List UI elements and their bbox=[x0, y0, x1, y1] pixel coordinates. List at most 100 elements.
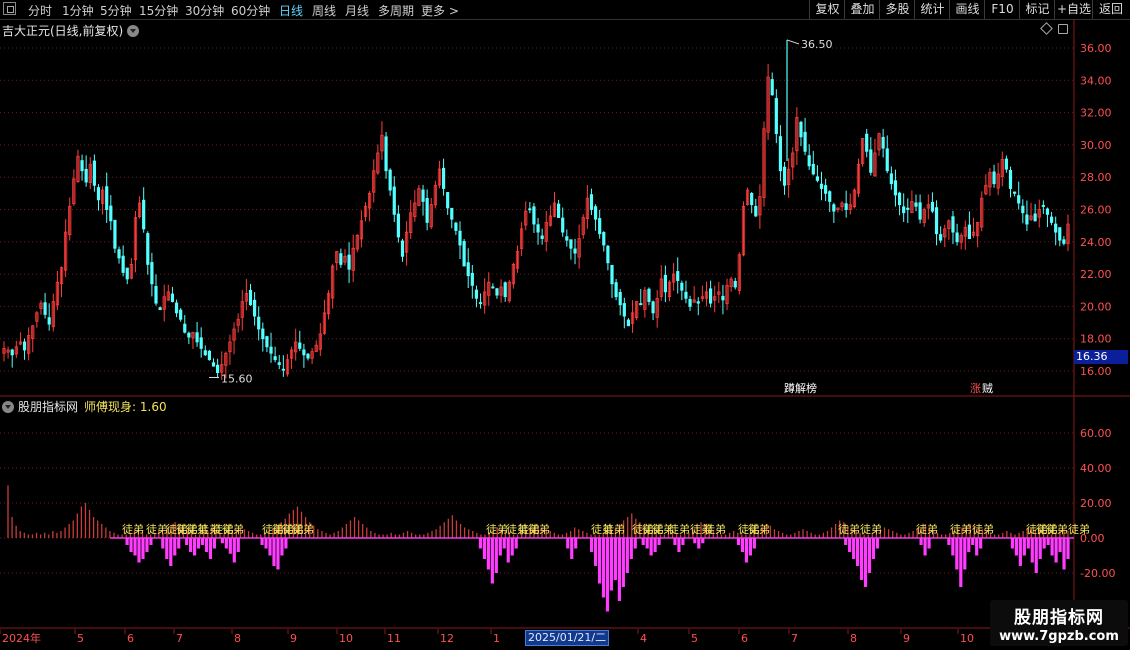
candle-body bbox=[869, 149, 873, 173]
price-tick-label: 30.00 bbox=[1080, 139, 1112, 152]
candle-body bbox=[885, 148, 889, 172]
candle-body bbox=[478, 302, 483, 304]
candle-body bbox=[696, 301, 700, 304]
candle-body bbox=[96, 187, 101, 201]
x-tick-label: 8 bbox=[850, 632, 857, 645]
candle-body bbox=[733, 280, 737, 288]
candle-body bbox=[1045, 208, 1050, 215]
candle-body bbox=[1033, 213, 1037, 222]
price-tick-label: 34.00 bbox=[1080, 74, 1112, 87]
candle-body bbox=[503, 282, 507, 298]
candle-body bbox=[158, 307, 162, 311]
candle-body bbox=[684, 291, 688, 299]
candle-body bbox=[421, 189, 425, 202]
x-tick-label: 5 bbox=[691, 632, 698, 645]
candle-body bbox=[203, 350, 207, 356]
candle-body bbox=[1008, 169, 1013, 189]
indicator-title[interactable]: 股朋指标网 师傅现身: 1.60 bbox=[2, 398, 167, 415]
x-tick-label: 9 bbox=[903, 632, 910, 645]
x-tick-label: 12 bbox=[440, 632, 454, 645]
candle-body bbox=[257, 316, 261, 330]
low-label: 15.60 bbox=[221, 372, 253, 385]
x-tick-label: 6 bbox=[741, 632, 748, 645]
candle-body bbox=[84, 168, 88, 183]
candle-body bbox=[992, 171, 996, 185]
candle-body bbox=[117, 249, 121, 259]
candle-body bbox=[22, 341, 27, 351]
candle-body bbox=[470, 272, 474, 286]
candle-body bbox=[491, 286, 495, 289]
high-label: 36.50 bbox=[801, 38, 833, 51]
candle-body bbox=[425, 197, 429, 223]
indicator-tick-label: 60.00 bbox=[1080, 427, 1112, 440]
candle-body bbox=[261, 328, 265, 340]
candle-body bbox=[754, 205, 758, 217]
candle-body bbox=[298, 342, 302, 349]
candle-body bbox=[216, 364, 220, 374]
candle-body bbox=[195, 332, 199, 343]
cursor-price-chip: 16.36 bbox=[1074, 350, 1128, 364]
candle-body bbox=[750, 193, 754, 206]
marker-label: 蹲解榜 bbox=[784, 381, 817, 395]
candle-body bbox=[1004, 158, 1008, 170]
candle-body bbox=[400, 240, 405, 257]
price-tick-label: 16.00 bbox=[1080, 365, 1112, 378]
candle-body bbox=[142, 199, 146, 230]
candle-body bbox=[462, 241, 466, 267]
zero-band bbox=[110, 537, 1074, 539]
candle-body bbox=[897, 192, 902, 206]
candle-body bbox=[146, 233, 150, 265]
candle-body bbox=[803, 131, 807, 152]
candle-body bbox=[902, 206, 906, 214]
signal-label: 徒弟 bbox=[860, 522, 882, 536]
candle-body bbox=[967, 224, 972, 239]
candle-body bbox=[602, 232, 606, 246]
candle-body bbox=[207, 350, 212, 361]
candle-body bbox=[1017, 195, 1021, 204]
candle-body bbox=[663, 274, 668, 293]
candle-body bbox=[1025, 214, 1029, 225]
price-tick-label: 28.00 bbox=[1080, 171, 1112, 184]
candle-body bbox=[914, 202, 918, 207]
signal-label: 徒弟 bbox=[292, 522, 314, 536]
candle-body bbox=[1062, 239, 1066, 244]
candle-body bbox=[187, 332, 191, 338]
candle-body bbox=[593, 206, 598, 220]
candle-body bbox=[807, 155, 811, 167]
candle-body bbox=[392, 186, 396, 215]
candle-body bbox=[273, 356, 277, 361]
price-tick-label: 26.00 bbox=[1080, 204, 1112, 217]
candle-body bbox=[721, 295, 725, 301]
price-tick-label: 22.00 bbox=[1080, 268, 1112, 281]
candle-body bbox=[606, 245, 610, 264]
candle-body bbox=[565, 236, 569, 241]
candle-body bbox=[865, 133, 869, 152]
candle-body bbox=[680, 282, 684, 291]
price-tick-label: 36.00 bbox=[1080, 42, 1112, 55]
indicator-value: : 1.60 bbox=[132, 400, 167, 414]
candle-body bbox=[951, 216, 955, 233]
candle-body bbox=[676, 271, 680, 281]
candle-body bbox=[799, 121, 803, 138]
candle-body bbox=[154, 286, 158, 304]
candle-body bbox=[199, 337, 203, 349]
signal-label: 徒弟 bbox=[222, 522, 244, 536]
candle-body bbox=[474, 289, 479, 299]
x-tick-label: 10 bbox=[339, 632, 353, 645]
candle-body bbox=[819, 183, 824, 189]
candle-body bbox=[150, 262, 154, 285]
candle-body bbox=[778, 136, 783, 172]
candle-body bbox=[618, 291, 622, 306]
indicator-dropdown-icon[interactable] bbox=[2, 401, 14, 413]
indicator-label: 师傅现身 bbox=[84, 400, 133, 414]
watermark-line2: www.7gpzb.com bbox=[999, 629, 1119, 644]
candle-body bbox=[265, 336, 269, 348]
candle-body bbox=[269, 346, 273, 354]
candle-body bbox=[396, 213, 400, 238]
x-tick-label: 6 bbox=[127, 632, 134, 645]
marker-label: 涨 bbox=[970, 382, 981, 395]
candle-body bbox=[828, 191, 832, 202]
candle-body bbox=[183, 323, 187, 333]
candle-body bbox=[824, 185, 828, 194]
watermark: 股朋指标网 www.7gpzb.com bbox=[990, 600, 1128, 646]
